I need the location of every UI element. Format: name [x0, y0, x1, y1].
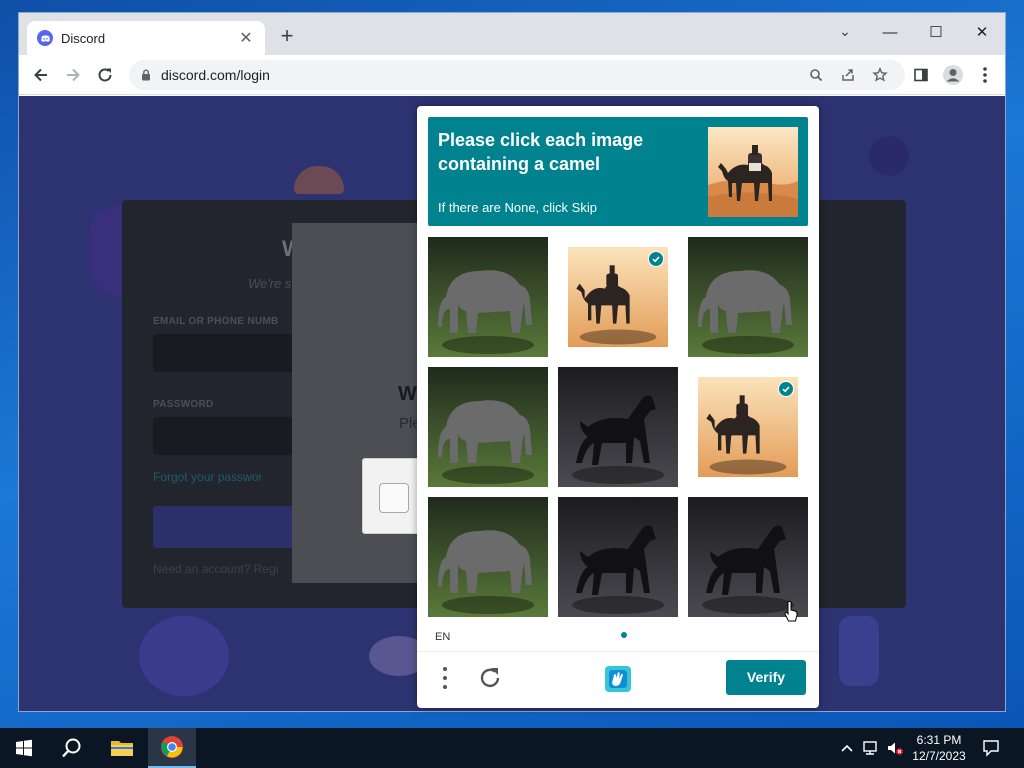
- minimize-button[interactable]: —: [867, 17, 913, 47]
- volume-muted-icon[interactable]: [886, 738, 904, 758]
- elephant-image-tile[interactable]: [428, 497, 548, 617]
- share-icon[interactable]: [837, 65, 859, 85]
- clock-time: 6:31 PM: [916, 733, 962, 747]
- horse-image-tile[interactable]: [688, 497, 808, 617]
- back-button[interactable]: [27, 61, 55, 89]
- background-illustration: [139, 616, 229, 696]
- tab-discord[interactable]: Discord ✕: [27, 21, 265, 55]
- refresh-challenge-icon[interactable]: [477, 664, 503, 692]
- show-hidden-icons-chevron-icon[interactable]: [838, 738, 856, 758]
- tab-strip: Discord ✕ + ⌄ — ☐ ✕: [19, 13, 1005, 55]
- maximize-button[interactable]: ☐: [913, 17, 959, 47]
- prompt-hint: If there are None, click Skip: [438, 200, 597, 215]
- side-panel-icon[interactable]: [907, 61, 935, 89]
- captcha-challenge: Please click each image containing a cam…: [417, 106, 819, 708]
- folder-icon: [111, 741, 133, 756]
- new-tab-button[interactable]: +: [275, 24, 299, 48]
- lock-icon: [142, 69, 150, 81]
- login-subheading: We're s: [248, 276, 292, 291]
- password-label: PASSWORD: [153, 399, 214, 410]
- elephant-image-tile[interactable]: [688, 237, 808, 357]
- verify-button[interactable]: Verify: [726, 660, 806, 695]
- start-button[interactable]: [0, 728, 48, 768]
- mouse-cursor-icon: [783, 600, 799, 624]
- back-arrow-icon: [34, 68, 47, 82]
- search-icon: [62, 738, 81, 758]
- taskbar-clock[interactable]: 6:31 PM 12/7/2023: [905, 732, 973, 764]
- captcha-checkbox[interactable]: [379, 483, 409, 513]
- selected-check-icon: [778, 381, 794, 397]
- close-window-button[interactable]: ✕: [959, 17, 1005, 47]
- windows-taskbar: 6:31 PM 12/7/2023: [0, 728, 1024, 768]
- tab-search-icon[interactable]: ⌄: [831, 23, 859, 47]
- footer-divider: [417, 651, 819, 652]
- tab-close-icon[interactable]: ✕: [237, 28, 255, 48]
- prompt-text: Please click each image containing a cam…: [438, 130, 644, 174]
- bookmark-star-icon[interactable]: [869, 65, 891, 85]
- discord-favicon-icon: [37, 30, 53, 46]
- file-explorer-button[interactable]: [98, 728, 146, 768]
- address-bar[interactable]: discord.com/login: [129, 60, 905, 90]
- elephant-image-tile[interactable]: [428, 367, 548, 487]
- background-illustration: [869, 136, 909, 176]
- horse-image-tile[interactable]: [558, 497, 678, 617]
- hcaptcha-logo-icon: [601, 662, 635, 696]
- forward-arrow-icon: [67, 68, 80, 82]
- background-illustration: [294, 166, 344, 194]
- camel-image-tile[interactable]: [698, 377, 798, 477]
- login-button[interactable]: [153, 506, 303, 548]
- url-text: discord.com/login: [161, 67, 270, 83]
- reload-button[interactable]: [91, 61, 119, 89]
- network-icon[interactable]: [862, 738, 880, 758]
- captcha-menu-icon[interactable]: [437, 664, 453, 692]
- password-field[interactable]: [153, 417, 303, 455]
- chrome-icon: [161, 736, 183, 758]
- captcha-prompt: Please click each image containing a cam…: [428, 117, 808, 226]
- register-link[interactable]: Need an account? Regi: [153, 562, 278, 576]
- example-camel-image: [708, 127, 798, 217]
- horse-image-tile[interactable]: [558, 367, 678, 487]
- notifications-icon[interactable]: [982, 738, 1000, 758]
- reload-icon: [98, 68, 112, 82]
- background-illustration: [839, 616, 879, 686]
- taskbar-search-button[interactable]: [48, 728, 96, 768]
- chrome-taskbar-button[interactable]: [148, 728, 196, 768]
- windows-logo-icon: [16, 739, 32, 757]
- page-indicator-dot: [621, 632, 627, 638]
- clock-date: 12/7/2023: [912, 749, 966, 763]
- email-field[interactable]: [153, 334, 303, 372]
- camel-image-tile[interactable]: [568, 247, 668, 347]
- elephant-image-tile[interactable]: [428, 237, 548, 357]
- browser-menu-icon[interactable]: [971, 61, 999, 89]
- forward-button[interactable]: [59, 61, 87, 89]
- profile-avatar-icon[interactable]: [939, 61, 967, 89]
- email-label: EMAIL OR PHONE NUMB: [153, 316, 279, 327]
- zoom-search-icon[interactable]: [805, 65, 827, 85]
- overlay-title: W: [398, 383, 417, 405]
- forgot-password-link[interactable]: Forgot your passwor: [153, 470, 262, 484]
- language-selector[interactable]: EN: [435, 631, 450, 643]
- selected-check-icon: [648, 251, 664, 267]
- tab-title: Discord: [61, 30, 106, 46]
- browser-toolbar: discord.com/login: [19, 55, 1005, 95]
